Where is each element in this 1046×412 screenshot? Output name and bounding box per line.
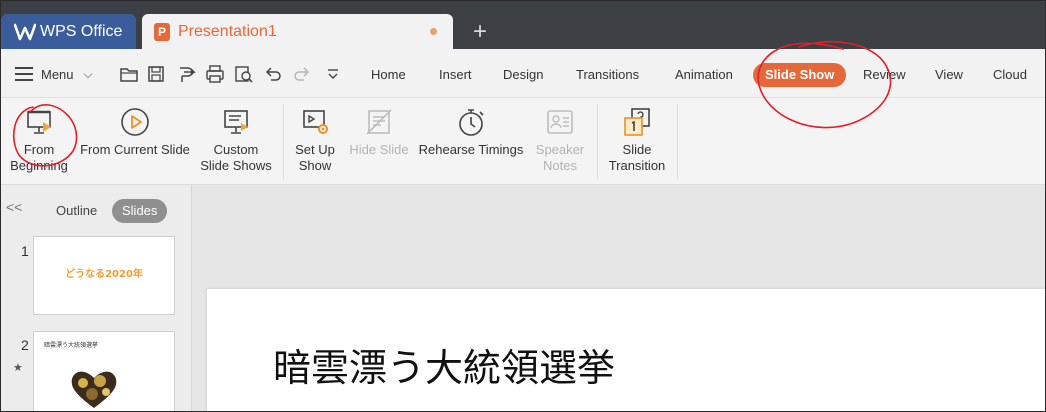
custom-slide-shows-button[interactable]: Custom Slide Shows bbox=[199, 98, 273, 184]
redo-icon[interactable] bbox=[292, 64, 312, 84]
animation-star-icon: ★ bbox=[13, 362, 23, 374]
tab-slides[interactable]: Slides bbox=[112, 199, 168, 223]
print-icon[interactable] bbox=[205, 64, 225, 84]
slide-thumbnail-2[interactable]: 暗雲漂う大統領選挙 bbox=[33, 331, 175, 411]
customize-toolbar-icon[interactable] bbox=[323, 64, 343, 84]
tab-review[interactable]: Review bbox=[863, 63, 906, 87]
save-icon[interactable] bbox=[146, 64, 166, 84]
tab-slide-show[interactable]: Slide Show bbox=[753, 63, 847, 87]
ribbon-divider bbox=[677, 104, 678, 180]
from-beginning-button[interactable]: From Beginning bbox=[9, 98, 69, 184]
custom-show-icon bbox=[220, 106, 252, 138]
tab-home[interactable]: Home bbox=[371, 63, 406, 87]
tab-presentation[interactable]: P Presentation1 bbox=[142, 14, 453, 49]
title-bar: WPS Office P Presentation1 + bbox=[1, 1, 1045, 49]
presentation-doc-icon: P bbox=[154, 22, 170, 41]
from-beginning-label: From Beginning bbox=[10, 142, 68, 173]
slide-transition-label: Slide Transition bbox=[608, 142, 666, 173]
unsaved-dot-icon[interactable] bbox=[430, 28, 437, 35]
slide-thumbnail-title: どうなる2020年 bbox=[65, 269, 143, 280]
slide-number: 1 bbox=[21, 243, 29, 259]
heart-photo-image bbox=[71, 371, 117, 408]
setup-show-icon bbox=[299, 106, 331, 138]
collapse-panel-button[interactable]: << bbox=[6, 199, 22, 215]
slides-panel: << Outline Slides 1 どうなる2020年 2 ★ 暗雲漂う大統… bbox=[1, 185, 192, 411]
monitor-play-icon bbox=[23, 106, 55, 138]
slide-thumbnail-1[interactable]: どうなる2020年 bbox=[33, 236, 175, 315]
custom-slide-shows-label: Custom Slide Shows bbox=[200, 142, 272, 173]
tab-wps-office[interactable]: WPS Office bbox=[1, 14, 136, 49]
speaker-notes-icon bbox=[544, 106, 576, 138]
stopwatch-icon bbox=[455, 106, 487, 138]
rehearse-timings-label: Rehearse Timings bbox=[418, 142, 524, 157]
ribbon-divider bbox=[597, 104, 598, 180]
tab-outline[interactable]: Outline bbox=[56, 199, 97, 223]
speaker-notes-label: Speaker Notes bbox=[535, 142, 585, 173]
tab-presentation-label: Presentation1 bbox=[178, 22, 277, 40]
hide-slide-button[interactable]: Hide Slide bbox=[347, 98, 411, 184]
main-menu-label: Menu bbox=[41, 66, 74, 82]
chevron-down-icon: ⌵ bbox=[83, 66, 93, 81]
tab-animation[interactable]: Animation bbox=[675, 63, 733, 87]
tab-insert[interactable]: Insert bbox=[439, 63, 472, 87]
tab-wps-office-label: WPS Office bbox=[40, 22, 123, 40]
hamburger-icon bbox=[15, 67, 33, 81]
tab-design[interactable]: Design bbox=[503, 63, 543, 87]
rehearse-timings-button[interactable]: Rehearse Timings bbox=[417, 98, 525, 184]
new-tab-button[interactable]: + bbox=[467, 19, 493, 45]
hide-slide-label: Hide Slide bbox=[349, 142, 409, 157]
open-folder-icon[interactable] bbox=[119, 64, 139, 84]
tab-cloud[interactable]: Cloud bbox=[993, 63, 1027, 87]
main-menu-button[interactable]: Menu ⌵ bbox=[15, 64, 93, 84]
current-slide[interactable]: 暗雲漂う大統領選挙 bbox=[207, 289, 1045, 411]
slide-number: 2 bbox=[21, 337, 29, 353]
app-window: WPS Office P Presentation1 + Menu ⌵ Home… bbox=[0, 0, 1046, 412]
wps-logo-icon bbox=[14, 23, 36, 40]
undo-icon[interactable] bbox=[263, 64, 283, 84]
slide-thumbnail-title: 暗雲漂う大統領選挙 bbox=[44, 342, 99, 349]
ribbon-divider bbox=[283, 104, 284, 180]
play-circle-icon bbox=[119, 106, 151, 138]
slide-editor-canvas: 暗雲漂う大統領選挙 bbox=[192, 185, 1045, 411]
speaker-notes-button[interactable]: Speaker Notes bbox=[531, 98, 589, 184]
menu-bar: Menu ⌵ Home Insert Design Transitions An… bbox=[1, 49, 1045, 98]
hide-slide-icon bbox=[363, 106, 395, 138]
set-up-show-button[interactable]: Set Up Show bbox=[289, 98, 341, 184]
slide-transition-icon bbox=[621, 106, 653, 138]
from-current-slide-button[interactable]: From Current Slide bbox=[79, 98, 191, 184]
print-preview-icon[interactable] bbox=[234, 64, 254, 84]
export-pdf-icon[interactable] bbox=[176, 64, 196, 84]
from-current-slide-label: From Current Slide bbox=[80, 142, 190, 157]
tab-transitions[interactable]: Transitions bbox=[576, 63, 639, 87]
slide-title-text[interactable]: 暗雲漂う大統領選挙 bbox=[273, 337, 615, 392]
slide-transition-button[interactable]: Slide Transition bbox=[604, 98, 670, 184]
set-up-show-label: Set Up Show bbox=[295, 142, 335, 173]
tab-view[interactable]: View bbox=[935, 63, 963, 87]
ribbon-slide-show: From Beginning From Current Slide Custom… bbox=[1, 98, 1045, 185]
